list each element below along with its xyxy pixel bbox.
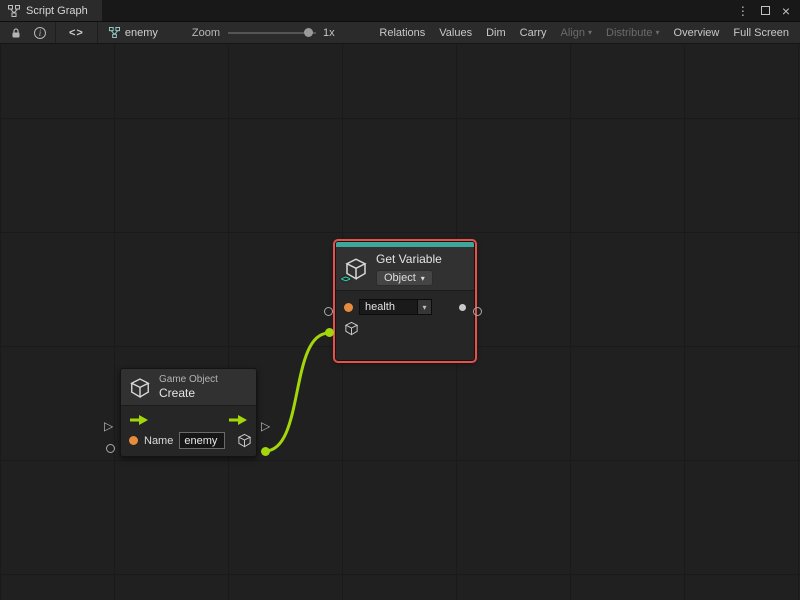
window-menu-icon[interactable]: ⋮ [737,4,749,18]
title-bar: Script Graph ⋮ × [0,0,800,22]
flow-out-icon[interactable] [228,414,248,426]
graph-asset[interactable]: enemy [101,27,166,39]
zoom-slider[interactable] [228,27,316,39]
distribute-label: Distribute [606,27,652,39]
value-output-port[interactable] [459,304,466,311]
gameobject-cube-icon [344,321,359,336]
graph-canvas[interactable]: <> Get Variable Object ▾ ▾ [0,44,800,600]
toolbar-separator [97,22,98,43]
dim-label: Dim [486,27,506,39]
chevron-down-icon: ▾ [588,28,592,37]
name-row: Name [129,432,248,449]
get-variable-value-output-port[interactable] [473,307,482,316]
dim-button[interactable]: Dim [479,22,513,43]
name-label: Name [144,435,173,447]
values-label: Values [439,27,472,39]
graph-name-label: enemy [125,27,158,39]
string-input-port[interactable] [344,303,353,312]
toolbar-separator [55,22,56,43]
create-gameobject-output-port[interactable] [261,447,270,456]
variable-cube-icon: <> [344,257,368,281]
titlebar-spacer [102,0,737,21]
align-label: Align [561,27,585,39]
graph-asset-icon [109,27,120,38]
graph-toolbar: i <> enemy Zoom 1x Relations Values Dim … [0,22,800,44]
name-input[interactable] [179,432,225,449]
string-input-port[interactable] [129,436,138,445]
scope-label: Object [384,272,416,284]
node-create-gameobject[interactable]: Game Object Create Name [120,368,257,457]
flow-row [129,414,248,426]
node-header[interactable]: <> Get Variable Object ▾ [336,247,474,291]
zoom-slider-track [228,32,316,34]
info-icon: i [34,27,46,39]
get-variable-object-input-port[interactable] [325,328,334,337]
node-title: Create [159,386,218,401]
zoom-slider-knob[interactable] [304,28,313,37]
tab-script-graph[interactable]: Script Graph [0,0,102,21]
carry-button[interactable]: Carry [513,22,554,43]
relations-button[interactable]: Relations [372,22,432,43]
overview-button[interactable]: Overview [667,22,727,43]
zoom-label: Zoom [192,27,220,39]
get-variable-left-port[interactable] [324,307,333,316]
flow-in-icon[interactable] [129,414,149,426]
connection-wire[interactable] [265,333,329,451]
create-name-input-port[interactable] [106,444,115,453]
maximize-icon[interactable] [761,6,770,15]
close-icon[interactable]: × [782,4,790,18]
node-get-variable[interactable]: <> Get Variable Object ▾ ▾ [335,241,475,361]
node-body: ▾ [336,291,474,360]
fullscreen-button[interactable]: Full Screen [726,22,796,43]
code-icon: <> [69,27,84,39]
edit-graph-button[interactable]: <> [59,22,94,43]
combo-dropdown-button[interactable]: ▾ [417,299,432,315]
relations-label: Relations [379,27,425,39]
variable-name-combo[interactable]: ▾ [359,299,432,315]
distribute-button[interactable]: Distribute ▾ [599,22,666,43]
align-button[interactable]: Align ▾ [554,22,599,43]
zoom-value: 1x [323,27,335,39]
code-icon: <> [341,274,350,284]
create-flow-input-port[interactable]: ▷ [104,420,113,432]
info-button[interactable]: i [28,22,52,43]
node-body: Name [121,406,256,456]
node-category: Game Object [159,374,218,386]
variable-name-row: ▾ [344,299,466,315]
tab-title: Script Graph [26,5,88,17]
gameobject-output-icon [237,433,252,448]
chevron-down-icon: ▾ [656,28,660,37]
create-flow-output-port[interactable]: ▷ [261,420,270,432]
lock-icon [10,27,22,39]
overview-label: Overview [674,27,720,39]
carry-label: Carry [520,27,547,39]
window-controls: ⋮ × [737,0,800,21]
node-header[interactable]: Game Object Create [121,369,256,406]
object-input-row [344,321,466,336]
fullscreen-label: Full Screen [733,27,789,39]
toolbar-button-group: Relations Values Dim Carry Align ▾ Distr… [372,22,796,43]
lock-button[interactable] [4,22,28,43]
gameobject-cube-icon [129,377,151,399]
script-graph-icon [8,5,20,17]
node-title: Get Variable [376,252,442,267]
chevron-down-icon: ▾ [421,274,425,283]
chevron-down-icon: ▾ [422,303,426,312]
variable-scope-dropdown[interactable]: Object ▾ [376,270,433,286]
variable-name-input[interactable] [359,299,417,315]
values-button[interactable]: Values [432,22,479,43]
